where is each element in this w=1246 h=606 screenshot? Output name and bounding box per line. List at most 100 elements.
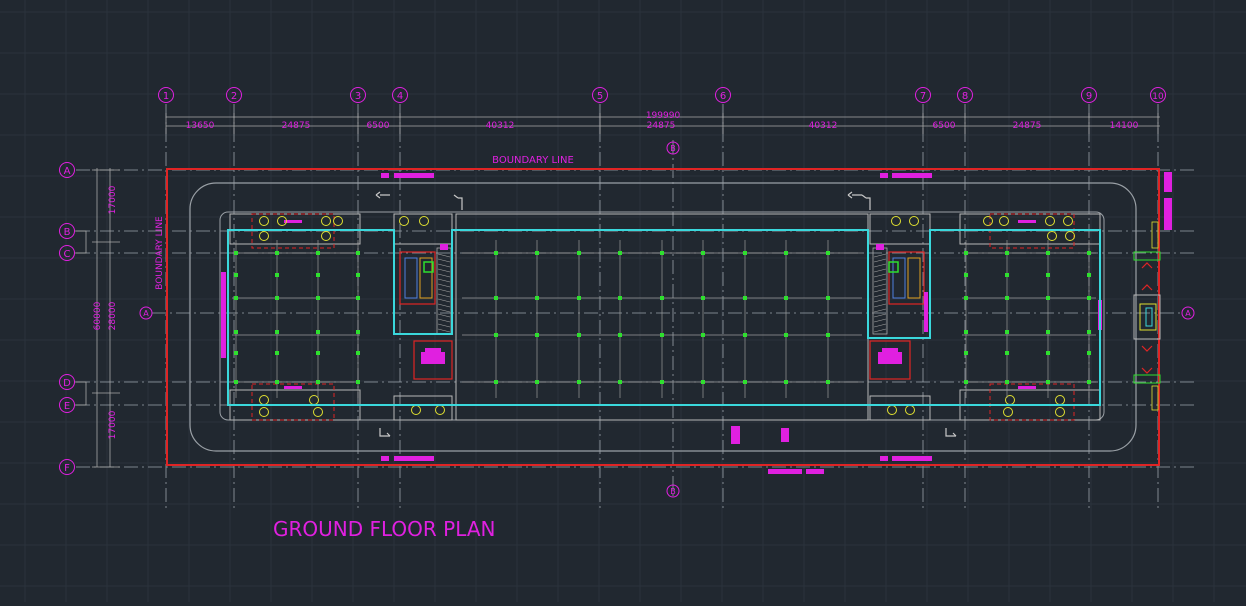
fixture (909, 216, 919, 226)
stair-tread (437, 323, 451, 328)
stair-tread (437, 268, 451, 273)
column (660, 296, 664, 300)
floor-plan-drawing[interactable]: 199990 13650 24875 6500 40312 24875 4031… (0, 0, 1246, 602)
column (234, 251, 238, 255)
column (1087, 380, 1091, 384)
structural-grid-lines (232, 240, 1096, 398)
stair-tread (437, 273, 451, 278)
row-label-c: C (64, 249, 71, 260)
column (275, 251, 279, 255)
column (1005, 296, 1009, 300)
column (618, 380, 622, 384)
stair-tread (873, 278, 887, 283)
stair-tread (437, 278, 451, 283)
left-dimension-4: 17000 (108, 410, 118, 439)
column (316, 330, 320, 334)
stair-tread (873, 308, 887, 313)
lift-core-left (399, 244, 453, 380)
fixture (1063, 216, 1073, 226)
fixture (983, 216, 993, 226)
column (234, 296, 238, 300)
column (784, 333, 788, 337)
column (1087, 351, 1091, 355)
column (494, 296, 498, 300)
column (577, 251, 581, 255)
stair-tread (873, 313, 887, 318)
column (1005, 273, 1009, 277)
cad-viewport[interactable]: 199990 13650 24875 6500 40312 24875 4031… (0, 0, 1246, 602)
stair-tread (873, 293, 887, 298)
stair-tread (873, 323, 887, 328)
dimension-label-8: 24875 (1013, 121, 1042, 131)
stair-tread (437, 303, 451, 308)
column-label-10: 10 (1152, 92, 1164, 102)
fixture (321, 216, 331, 226)
row-label-b: B (64, 227, 71, 238)
column (1087, 273, 1091, 277)
column (535, 296, 539, 300)
row-label-d: D (63, 378, 71, 389)
fixture (399, 216, 409, 226)
fixture (259, 395, 269, 405)
stair-tread (437, 283, 451, 288)
fixture (1055, 395, 1065, 405)
column (535, 251, 539, 255)
fixture (411, 405, 421, 415)
column (1046, 251, 1050, 255)
sanitary-fixtures (259, 216, 1075, 417)
column (275, 351, 279, 355)
column (964, 251, 968, 255)
lift-core-right (869, 244, 928, 380)
column (1087, 296, 1091, 300)
column (964, 296, 968, 300)
column (1046, 273, 1050, 277)
left-dimension-3: 60000 (93, 301, 103, 330)
column (1046, 380, 1050, 384)
section-mark-a-left: A (143, 309, 149, 318)
column (356, 296, 360, 300)
stair-tread (437, 288, 451, 293)
column (535, 380, 539, 384)
stair-tread (437, 313, 451, 318)
fixture (313, 407, 323, 417)
column-label-4: 4 (397, 91, 403, 102)
dimension-label-1: 13650 (186, 121, 215, 131)
column (316, 351, 320, 355)
boundary-label-left: BOUNDARY LINE (155, 216, 165, 290)
column (234, 351, 238, 355)
column (660, 380, 664, 384)
stair-tread (437, 318, 451, 323)
column (701, 333, 705, 337)
fixture (435, 405, 445, 415)
column (1005, 380, 1009, 384)
column (826, 380, 830, 384)
column-label-6: 6 (720, 91, 726, 102)
fixture (905, 405, 915, 415)
column (701, 380, 705, 384)
background-grid (0, 0, 1246, 602)
column (275, 296, 279, 300)
column (356, 273, 360, 277)
column (356, 351, 360, 355)
stair-tread (437, 293, 451, 298)
fixture (321, 231, 331, 241)
dimension-label-5: 24875 (647, 121, 676, 131)
column (234, 273, 238, 277)
column (964, 330, 968, 334)
fixture (887, 405, 897, 415)
stair-tread (873, 273, 887, 278)
section-markers (139, 141, 1195, 498)
stair-tread (873, 318, 887, 323)
driveway-outer (189, 182, 1137, 452)
left-dimension-2: 28000 (108, 301, 118, 330)
fixture (1047, 231, 1057, 241)
column-label-3: 3 (355, 91, 361, 102)
column-label-9: 9 (1086, 91, 1092, 102)
stair-tread (873, 328, 887, 333)
column-label-2: 2 (231, 91, 237, 102)
column (275, 380, 279, 384)
row-bubbles (59, 162, 75, 475)
fixture (333, 216, 343, 226)
fixture (419, 216, 429, 226)
column (1087, 330, 1091, 334)
